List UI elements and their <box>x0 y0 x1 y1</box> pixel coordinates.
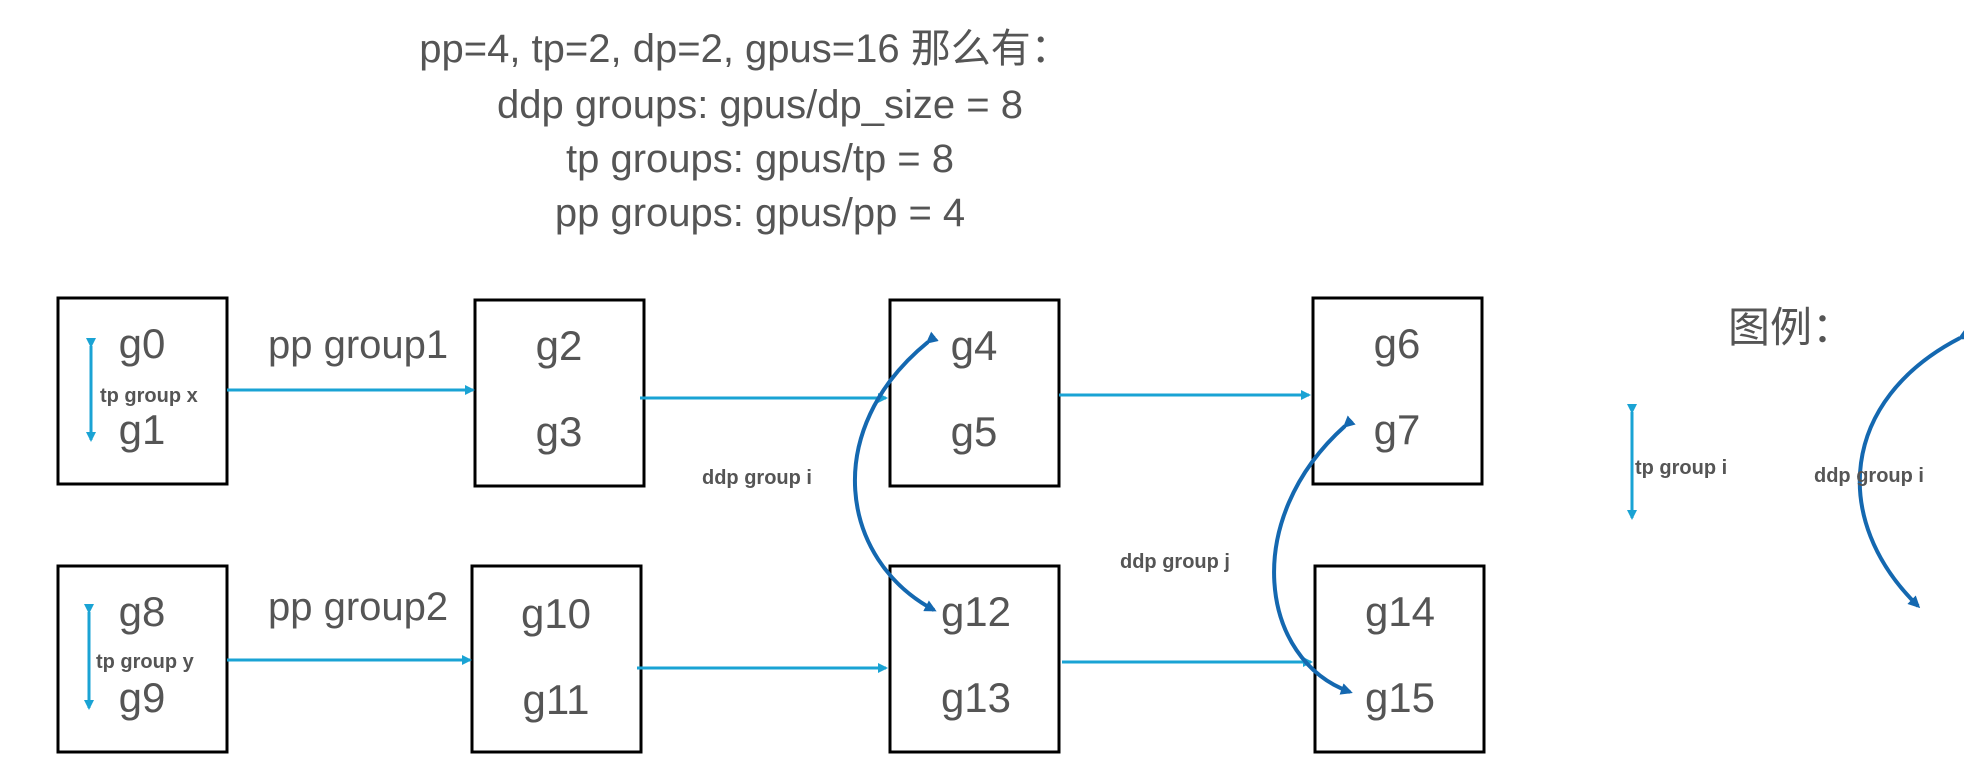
legend-title: 图例： <box>1728 303 1854 352</box>
gpu-label: g7 <box>1374 406 1421 453</box>
ddp-group-j-label: ddp group j <box>1120 551 1230 573</box>
gpu-label: g14 <box>1365 588 1435 635</box>
header-line-3: tp groups: gpus/tp = 8 <box>566 137 954 181</box>
pp-group2-label: pp group2 <box>268 585 448 629</box>
gpu-label: g11 <box>523 676 590 723</box>
gpu-label: g2 <box>536 322 583 369</box>
gpu-label: g1 <box>119 406 166 453</box>
gpu-label: g13 <box>941 674 1011 721</box>
gpu-label: g4 <box>951 322 998 369</box>
gpu-label: g0 <box>119 320 166 367</box>
gpu-label: g8 <box>119 588 166 635</box>
gpu-label: g5 <box>951 408 998 455</box>
ddp-group-i-label: ddp group i <box>702 467 812 489</box>
tp-group-x-label: tp group x <box>100 385 198 407</box>
parallel-groups-diagram: pp=4, tp=2, dp=2, gpus=16 那么有： ddp group… <box>56 27 1964 754</box>
gpu-label: g12 <box>941 588 1011 635</box>
legend-tp-label: tp group i <box>1635 457 1727 479</box>
header-line-4: pp groups: gpus/pp = 4 <box>555 191 965 235</box>
tp-group-y-label: tp group y <box>96 651 195 673</box>
gpu-label: g15 <box>1365 674 1435 721</box>
gpu-label: g6 <box>1374 320 1421 367</box>
header-line-2: ddp groups: gpus/dp_size = 8 <box>497 83 1023 127</box>
pp-group1-label: pp group1 <box>268 323 448 367</box>
legend-ddp-label: ddp group i <box>1814 465 1924 487</box>
gpu-label: g10 <box>521 590 591 637</box>
gpu-label: g9 <box>119 674 166 721</box>
header-line-1: pp=4, tp=2, dp=2, gpus=16 那么有： <box>419 27 1071 71</box>
gpu-label: g3 <box>536 408 583 455</box>
